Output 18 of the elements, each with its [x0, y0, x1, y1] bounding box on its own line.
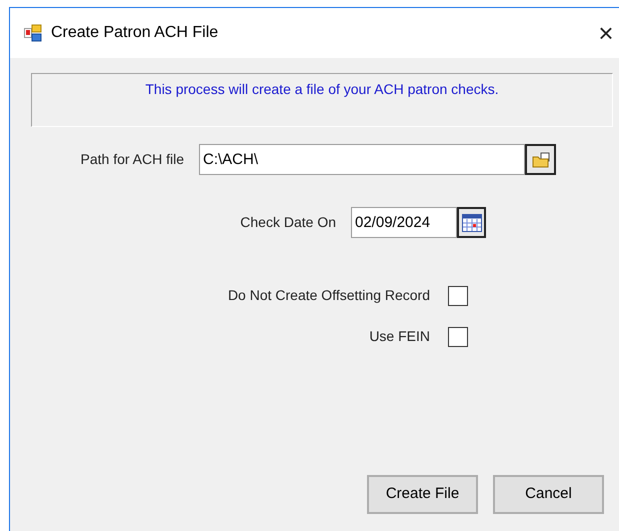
- message-text: This process will create a file of your ACH patron checks.: [145, 81, 499, 97]
- path-label: Path for ACH file: [80, 150, 184, 169]
- dialog-button[interactable]: Cancel: [493, 475, 604, 514]
- dialog-button[interactable]: Create File: [367, 475, 478, 514]
- checkbox[interactable]: [448, 326, 468, 346]
- app-icon: [24, 24, 42, 42]
- option-label: Use FEIN: [368, 327, 430, 346]
- option-label: Do Not Create Offsetting Record: [226, 286, 430, 305]
- date-input[interactable]: 02/09/2024: [351, 207, 457, 238]
- folder-icon: [532, 152, 550, 168]
- check-date-label: Check Date On: [239, 213, 336, 232]
- calendar-button[interactable]: [457, 207, 486, 238]
- browse-button[interactable]: [525, 144, 556, 175]
- close-button[interactable]: ×: [591, 18, 619, 48]
- checkbox[interactable]: [448, 286, 468, 306]
- path-input[interactable]: C:\ACH\: [199, 144, 525, 175]
- window-title: Create Patron ACH File: [51, 23, 218, 43]
- calendar-icon: [462, 214, 482, 232]
